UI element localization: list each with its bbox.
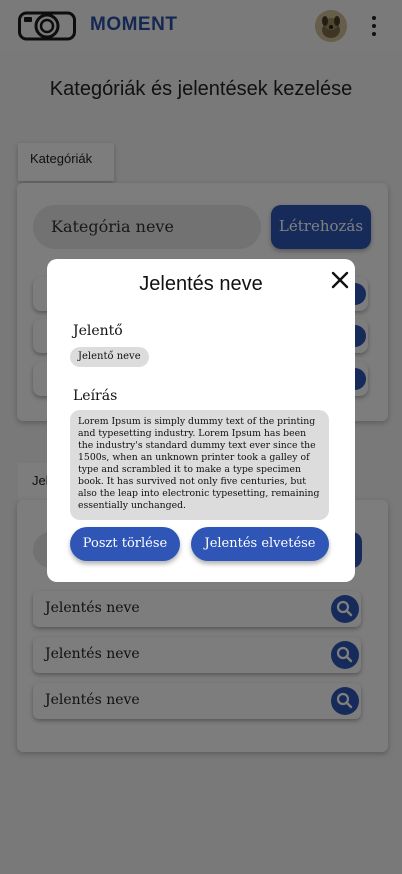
dismiss-report-button[interactable]: Jelentés elvetése (191, 527, 329, 561)
description-text: Lorem Ipsum is simply dummy text of the … (70, 410, 329, 520)
report-modal: Jelentés neve Jelentő Jelentő neve Leírá… (47, 259, 355, 582)
reporter-label: Jelentő (73, 323, 123, 339)
modal-title: Jelentés neve (139, 273, 263, 295)
close-icon[interactable] (329, 269, 351, 291)
reporter-chip: Jelentő neve (70, 347, 149, 367)
delete-post-button[interactable]: Poszt törlése (70, 527, 180, 561)
description-label: Leírás (73, 388, 118, 404)
